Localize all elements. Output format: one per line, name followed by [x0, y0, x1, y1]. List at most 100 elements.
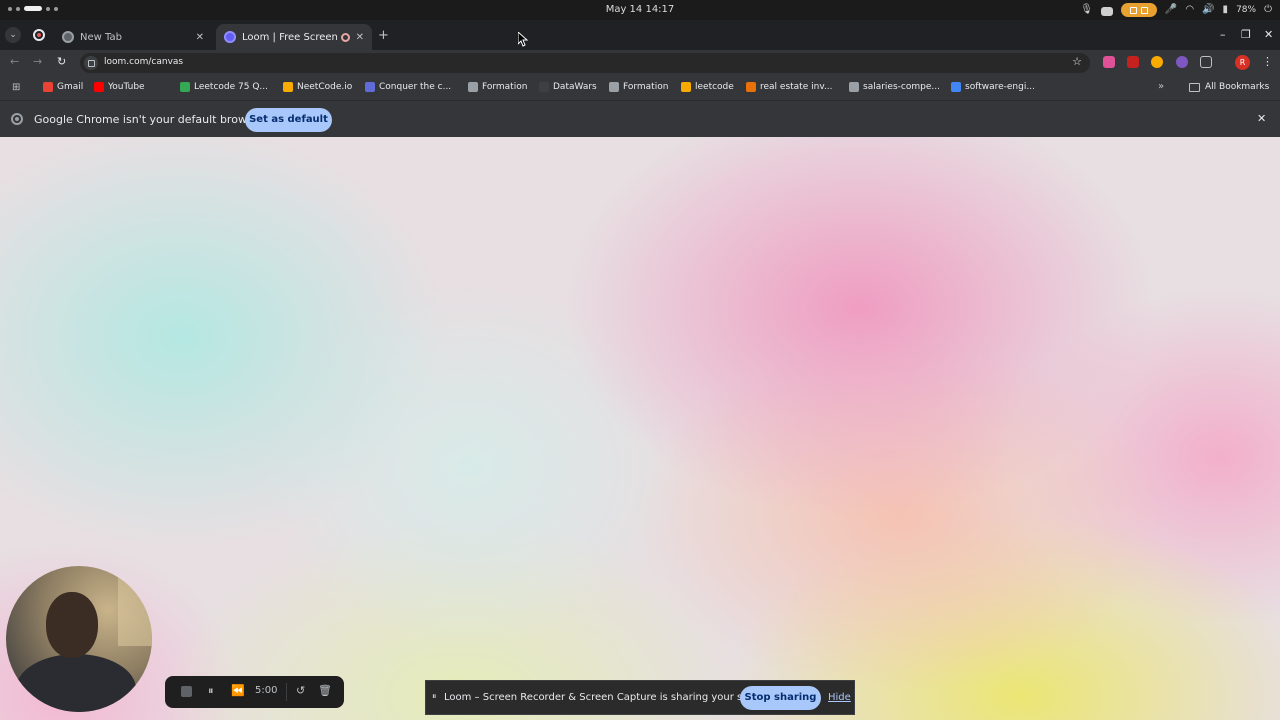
microphone-icon: 🎙: [1080, 4, 1093, 15]
rewind-button[interactable]: ⏪: [231, 684, 245, 697]
chart-icon: [849, 82, 859, 92]
conquer-icon: [365, 82, 375, 92]
bookmark-conquer[interactable]: Conquer the c...: [365, 82, 451, 92]
datawars-icon: [539, 82, 549, 92]
extensions-puzzle-icon[interactable]: [1200, 56, 1212, 68]
profile-avatar[interactable]: R: [1235, 55, 1250, 70]
extension-icon[interactable]: [1176, 56, 1188, 68]
all-bookmarks-button[interactable]: All Bookmarks: [1189, 82, 1269, 92]
screen-share-indicator-icon[interactable]: [1120, 3, 1157, 17]
reload-button[interactable]: ↻: [57, 55, 66, 68]
bookmark-label: real estate inv...: [760, 82, 833, 92]
close-tab-icon[interactable]: ✕: [356, 32, 364, 43]
system-tray[interactable]: 🎙 🎤 ◠ 🔊 ▮ 78% ⏻: [1080, 2, 1272, 18]
bookmark-neetcode[interactable]: NeetCode.io: [283, 82, 352, 92]
minimize-window-button[interactable]: –: [1220, 28, 1226, 41]
back-button[interactable]: ←: [10, 55, 19, 68]
tab-loom[interactable]: Loom | Free Screen & Video Recording Sof…: [216, 24, 372, 50]
forward-button[interactable]: →: [33, 55, 42, 68]
hide-sharing-bar-link[interactable]: Hide: [828, 692, 851, 703]
all-bookmarks-label: All Bookmarks: [1205, 82, 1270, 92]
address-bar[interactable]: loom.com/canvas ☆: [80, 53, 1090, 73]
bookmark-label: DataWars: [553, 82, 597, 92]
recording-tab-icon[interactable]: [33, 29, 45, 41]
screen-sharing-bar: ⏸ Loom – Screen Recorder & Screen Captur…: [425, 680, 855, 715]
bookmark-formation[interactable]: Formation: [468, 82, 527, 92]
sheets-icon: [180, 82, 190, 92]
bookmark-label: software-engi...: [965, 82, 1035, 92]
person-body: [16, 654, 136, 712]
close-tab-icon[interactable]: ✕: [196, 32, 204, 43]
restart-recording-button[interactable]: ↺: [296, 684, 305, 697]
camera-bubble[interactable]: [6, 566, 152, 712]
gmail-icon: [43, 82, 53, 92]
bookmark-datawars[interactable]: DataWars: [539, 82, 597, 92]
document-icon: [951, 82, 961, 92]
recording-timer: 5:00: [255, 685, 278, 696]
tab-strip: ⌄ New Tab ✕ Loom | Free Screen & Video R…: [0, 20, 1280, 50]
recording-dot-icon: [340, 32, 350, 42]
delete-recording-button[interactable]: 🗑: [318, 684, 332, 697]
tab-title: Loom | Free Screen & Video Recording Sof…: [242, 31, 337, 43]
bookmark-label: salaries-compe...: [863, 82, 940, 92]
formation-icon: [609, 82, 619, 92]
loom-extension-icon[interactable]: [1103, 56, 1115, 68]
lock-extension-icon[interactable]: [1151, 56, 1163, 68]
bookmark-label: Gmail: [57, 82, 84, 92]
stop-recording-button[interactable]: [181, 686, 192, 697]
bookmark-label: Formation: [623, 82, 669, 92]
tab-new-tab[interactable]: New Tab ✕: [54, 24, 212, 50]
new-tab-button[interactable]: +: [378, 28, 389, 43]
bookmarks-overflow-button[interactable]: »: [1158, 81, 1164, 92]
bookmark-label: Formation: [482, 82, 528, 92]
bookmark-salaries[interactable]: salaries-compe...: [849, 82, 940, 92]
default-browser-infobar: Google Chrome isn't your default browser…: [0, 100, 1280, 137]
bookmark-software-eng[interactable]: software-engi...: [951, 82, 1035, 92]
person-head: [46, 592, 98, 658]
background-frame: [118, 576, 152, 646]
recording-controls: ⏸ ⏪ 5:00 ↺ 🗑: [165, 676, 344, 708]
extension-icon[interactable]: [1127, 56, 1139, 68]
bookmark-label: leetcode: [695, 82, 734, 92]
bookmark-youtube[interactable]: YouTube: [94, 82, 145, 92]
bookmark-star-icon[interactable]: ☆: [1072, 55, 1082, 68]
pause-recording-button[interactable]: ⏸: [208, 684, 214, 698]
chart-icon: [746, 82, 756, 92]
bookmark-leetcode-75[interactable]: Leetcode 75 Q...: [180, 82, 268, 92]
power-icon: ⏻: [1264, 4, 1272, 15]
chrome-menu-icon[interactable]: ⋮: [1262, 55, 1273, 68]
close-window-button[interactable]: ✕: [1264, 28, 1273, 41]
restore-window-button[interactable]: ❐: [1241, 28, 1251, 41]
tab-search-chevron-icon[interactable]: ⌄: [5, 27, 21, 43]
formation-icon: [468, 82, 478, 92]
browser-toolbar: ← → ↻ loom.com/canvas ☆ R ⋮: [0, 50, 1280, 76]
bookmark-label: YouTube: [108, 82, 145, 92]
tab-title: New Tab: [80, 31, 122, 43]
stop-sharing-button[interactable]: Stop sharing: [740, 686, 821, 710]
chrome-favicon-icon: [62, 31, 74, 43]
set-as-default-button[interactable]: Set as default: [245, 108, 332, 132]
bookmarks-bar: ⊞ Gmail YouTube Leetcode 75 Q... NeetCod…: [0, 76, 1280, 100]
bookmark-label: Leetcode 75 Q...: [194, 82, 269, 92]
microphone-active-icon: 🎤: [1164, 4, 1178, 15]
leetcode-icon: [681, 82, 691, 92]
bookmark-gmail[interactable]: Gmail: [43, 82, 83, 92]
bookmark-leetcode[interactable]: leetcode: [681, 82, 734, 92]
battery-percentage: 78%: [1236, 5, 1257, 15]
folder-icon: [1189, 82, 1200, 92]
url-text[interactable]: loom.com/canvas: [104, 57, 183, 67]
close-infobar-icon[interactable]: ✕: [1257, 112, 1266, 125]
site-info-icon[interactable]: [84, 56, 98, 70]
bookmark-formation[interactable]: Formation: [609, 82, 668, 92]
sharing-message: Loom – Screen Recorder & Screen Capture …: [444, 692, 774, 703]
apps-grid-icon[interactable]: ⊞: [12, 82, 20, 93]
chrome-icon: [11, 113, 23, 125]
loom-favicon-icon: [224, 31, 236, 43]
youtube-icon: [94, 82, 104, 92]
bookmark-real-estate[interactable]: real estate inv...: [746, 82, 833, 92]
pause-icon: ⏸: [432, 692, 437, 702]
wifi-icon: ◠: [1185, 4, 1195, 15]
bookmark-label: NeetCode.io: [297, 82, 353, 92]
bookmark-label: Conquer the c...: [379, 82, 452, 92]
os-top-bar: May 14 14:17 🎙 🎤 ◠ 🔊 ▮ 78% ⏻: [0, 0, 1280, 20]
